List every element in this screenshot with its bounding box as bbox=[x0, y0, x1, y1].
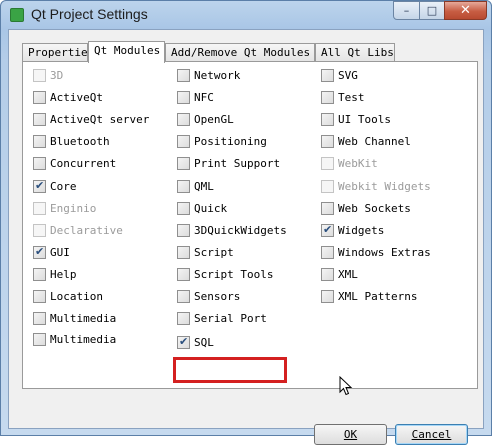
checkbox-label: Help bbox=[50, 268, 77, 281]
checkbox-label: Script bbox=[194, 246, 234, 259]
checkbox-label: Declarative bbox=[50, 224, 123, 237]
checkbox-box[interactable] bbox=[177, 290, 190, 303]
modules-panel: 3D ActiveQt ActiveQt server Bluetooth Concur… bbox=[22, 61, 478, 389]
mouse-cursor-icon bbox=[339, 376, 353, 396]
checkbox-box[interactable] bbox=[177, 224, 190, 237]
checkbox-box[interactable]: ✔ bbox=[33, 245, 46, 259]
check-icon: ✔ bbox=[35, 179, 45, 192]
check-icon: ✔ bbox=[35, 245, 45, 258]
checkbox-label: Concurrent bbox=[50, 157, 117, 170]
checkbox-label: Positioning bbox=[194, 135, 267, 148]
maximize-button[interactable]: □ bbox=[419, 1, 445, 20]
checkbox-label: WebKit bbox=[338, 157, 378, 170]
checkbox-label: XML Patterns bbox=[338, 290, 418, 303]
close-icon: ✕ bbox=[460, 3, 471, 18]
cancel-button[interactable]: Cancel bbox=[395, 424, 468, 445]
checkbox-label: Serial Port bbox=[194, 312, 267, 325]
dialog-window: Qt Project Settings – □ ✕ Properties Qt … bbox=[0, 0, 492, 445]
checkbox-label: Enginio bbox=[50, 202, 97, 215]
checkbox-label: Webkit Widgets bbox=[338, 180, 431, 193]
checkbox-box[interactable] bbox=[321, 268, 334, 281]
checkbox-box[interactable]: ✔ bbox=[33, 179, 46, 193]
checkbox-label: Print Support bbox=[194, 157, 281, 170]
checkbox-box[interactable] bbox=[177, 135, 190, 148]
checkbox-label: Multimedia bbox=[50, 312, 117, 325]
checkbox-box[interactable] bbox=[177, 180, 190, 193]
tab-qt-modules[interactable]: Qt Modules bbox=[88, 41, 165, 63]
checkbox-label: OpenGL bbox=[194, 113, 234, 126]
checkbox-box bbox=[321, 157, 334, 170]
checkbox-box[interactable] bbox=[321, 113, 334, 126]
checkbox-label: QML bbox=[194, 180, 214, 193]
checkbox-box[interactable] bbox=[177, 202, 190, 215]
minimize-icon: – bbox=[403, 4, 410, 17]
window-title: Qt Project Settings bbox=[31, 6, 148, 22]
checkbox-label: Multimedia bbox=[50, 333, 117, 346]
checkbox-label: XML bbox=[338, 268, 358, 281]
app-icon bbox=[10, 8, 24, 22]
checkbox-box[interactable] bbox=[33, 312, 46, 325]
checkbox-box[interactable] bbox=[177, 246, 190, 259]
checkbox-box[interactable] bbox=[177, 157, 190, 170]
checkbox-box[interactable] bbox=[177, 312, 190, 325]
check-icon: ✔ bbox=[179, 335, 189, 348]
checkbox-box[interactable] bbox=[177, 69, 190, 82]
checkbox-box[interactable] bbox=[177, 268, 190, 281]
checkbox-label: SVG bbox=[338, 69, 358, 82]
checkbox-box[interactable] bbox=[33, 157, 46, 170]
checkbox-box[interactable] bbox=[321, 202, 334, 215]
checkbox-box[interactable] bbox=[177, 113, 190, 126]
checkbox-box[interactable] bbox=[321, 91, 334, 104]
checkbox-box[interactable] bbox=[33, 333, 46, 346]
checkbox-label: Widgets bbox=[338, 224, 385, 237]
checkbox-box[interactable] bbox=[33, 113, 46, 126]
checkbox-box bbox=[33, 224, 46, 237]
checkbox-box[interactable] bbox=[321, 135, 334, 148]
dialog-client: Properties Qt Modules Add/Remove Qt Modu… bbox=[8, 29, 484, 445]
checkbox-box[interactable] bbox=[321, 290, 334, 303]
checkbox-box[interactable]: ✔ bbox=[177, 335, 190, 349]
checkbox-label: 3DQuickWidgets bbox=[194, 224, 287, 237]
checkbox-label: 3D bbox=[50, 69, 64, 82]
checkbox-label: GUI bbox=[50, 246, 70, 259]
ok-button[interactable]: OK bbox=[314, 424, 387, 445]
checkbox-box[interactable] bbox=[321, 246, 334, 259]
checkbox-box[interactable] bbox=[177, 91, 190, 104]
checkbox-box bbox=[33, 202, 46, 215]
checkbox-box[interactable] bbox=[33, 290, 46, 303]
checkbox-label: UI Tools bbox=[338, 113, 391, 126]
checkbox-box[interactable] bbox=[33, 135, 46, 148]
checkbox-label: ActiveQt server bbox=[50, 113, 150, 126]
checkbox-label: Script Tools bbox=[194, 268, 274, 281]
checkbox-label: Test bbox=[338, 91, 365, 104]
tab-properties[interactable]: Properties bbox=[22, 43, 94, 62]
title-bar[interactable]: Qt Project Settings – □ ✕ bbox=[1, 1, 491, 29]
checkbox-box[interactable] bbox=[33, 91, 46, 104]
checkbox-label: ActiveQt bbox=[50, 91, 103, 104]
checkbox-label: SQL bbox=[194, 336, 214, 349]
checkbox-box[interactable] bbox=[33, 268, 46, 281]
checkbox-label: Network bbox=[194, 69, 241, 82]
checkbox-label: Sensors bbox=[194, 290, 241, 303]
tab-add-remove-qt-modules[interactable]: Add/Remove Qt Modules 2 bbox=[165, 43, 323, 62]
checkbox-label: Bluetooth bbox=[50, 135, 110, 148]
checkbox-label: Web Sockets bbox=[338, 202, 411, 215]
close-button[interactable]: ✕ bbox=[444, 1, 487, 20]
checkbox-label: Location bbox=[50, 290, 103, 303]
checkbox-label: Quick bbox=[194, 202, 228, 215]
checkbox-label: Web Channel bbox=[338, 135, 411, 148]
checkbox-box[interactable] bbox=[321, 69, 334, 82]
checkbox-box bbox=[321, 180, 334, 193]
checkbox-label: Core bbox=[50, 180, 77, 193]
checkbox-label: NFC bbox=[194, 91, 214, 104]
checkbox-label: Windows Extras bbox=[338, 246, 431, 259]
check-icon: ✔ bbox=[323, 223, 333, 236]
checkbox-box bbox=[33, 69, 46, 82]
checkbox-box[interactable]: ✔ bbox=[321, 223, 334, 237]
tab-all-qt-libs[interactable]: All Qt Libs bbox=[315, 43, 395, 62]
maximize-icon: □ bbox=[426, 4, 438, 17]
minimize-button[interactable]: – bbox=[393, 1, 420, 20]
